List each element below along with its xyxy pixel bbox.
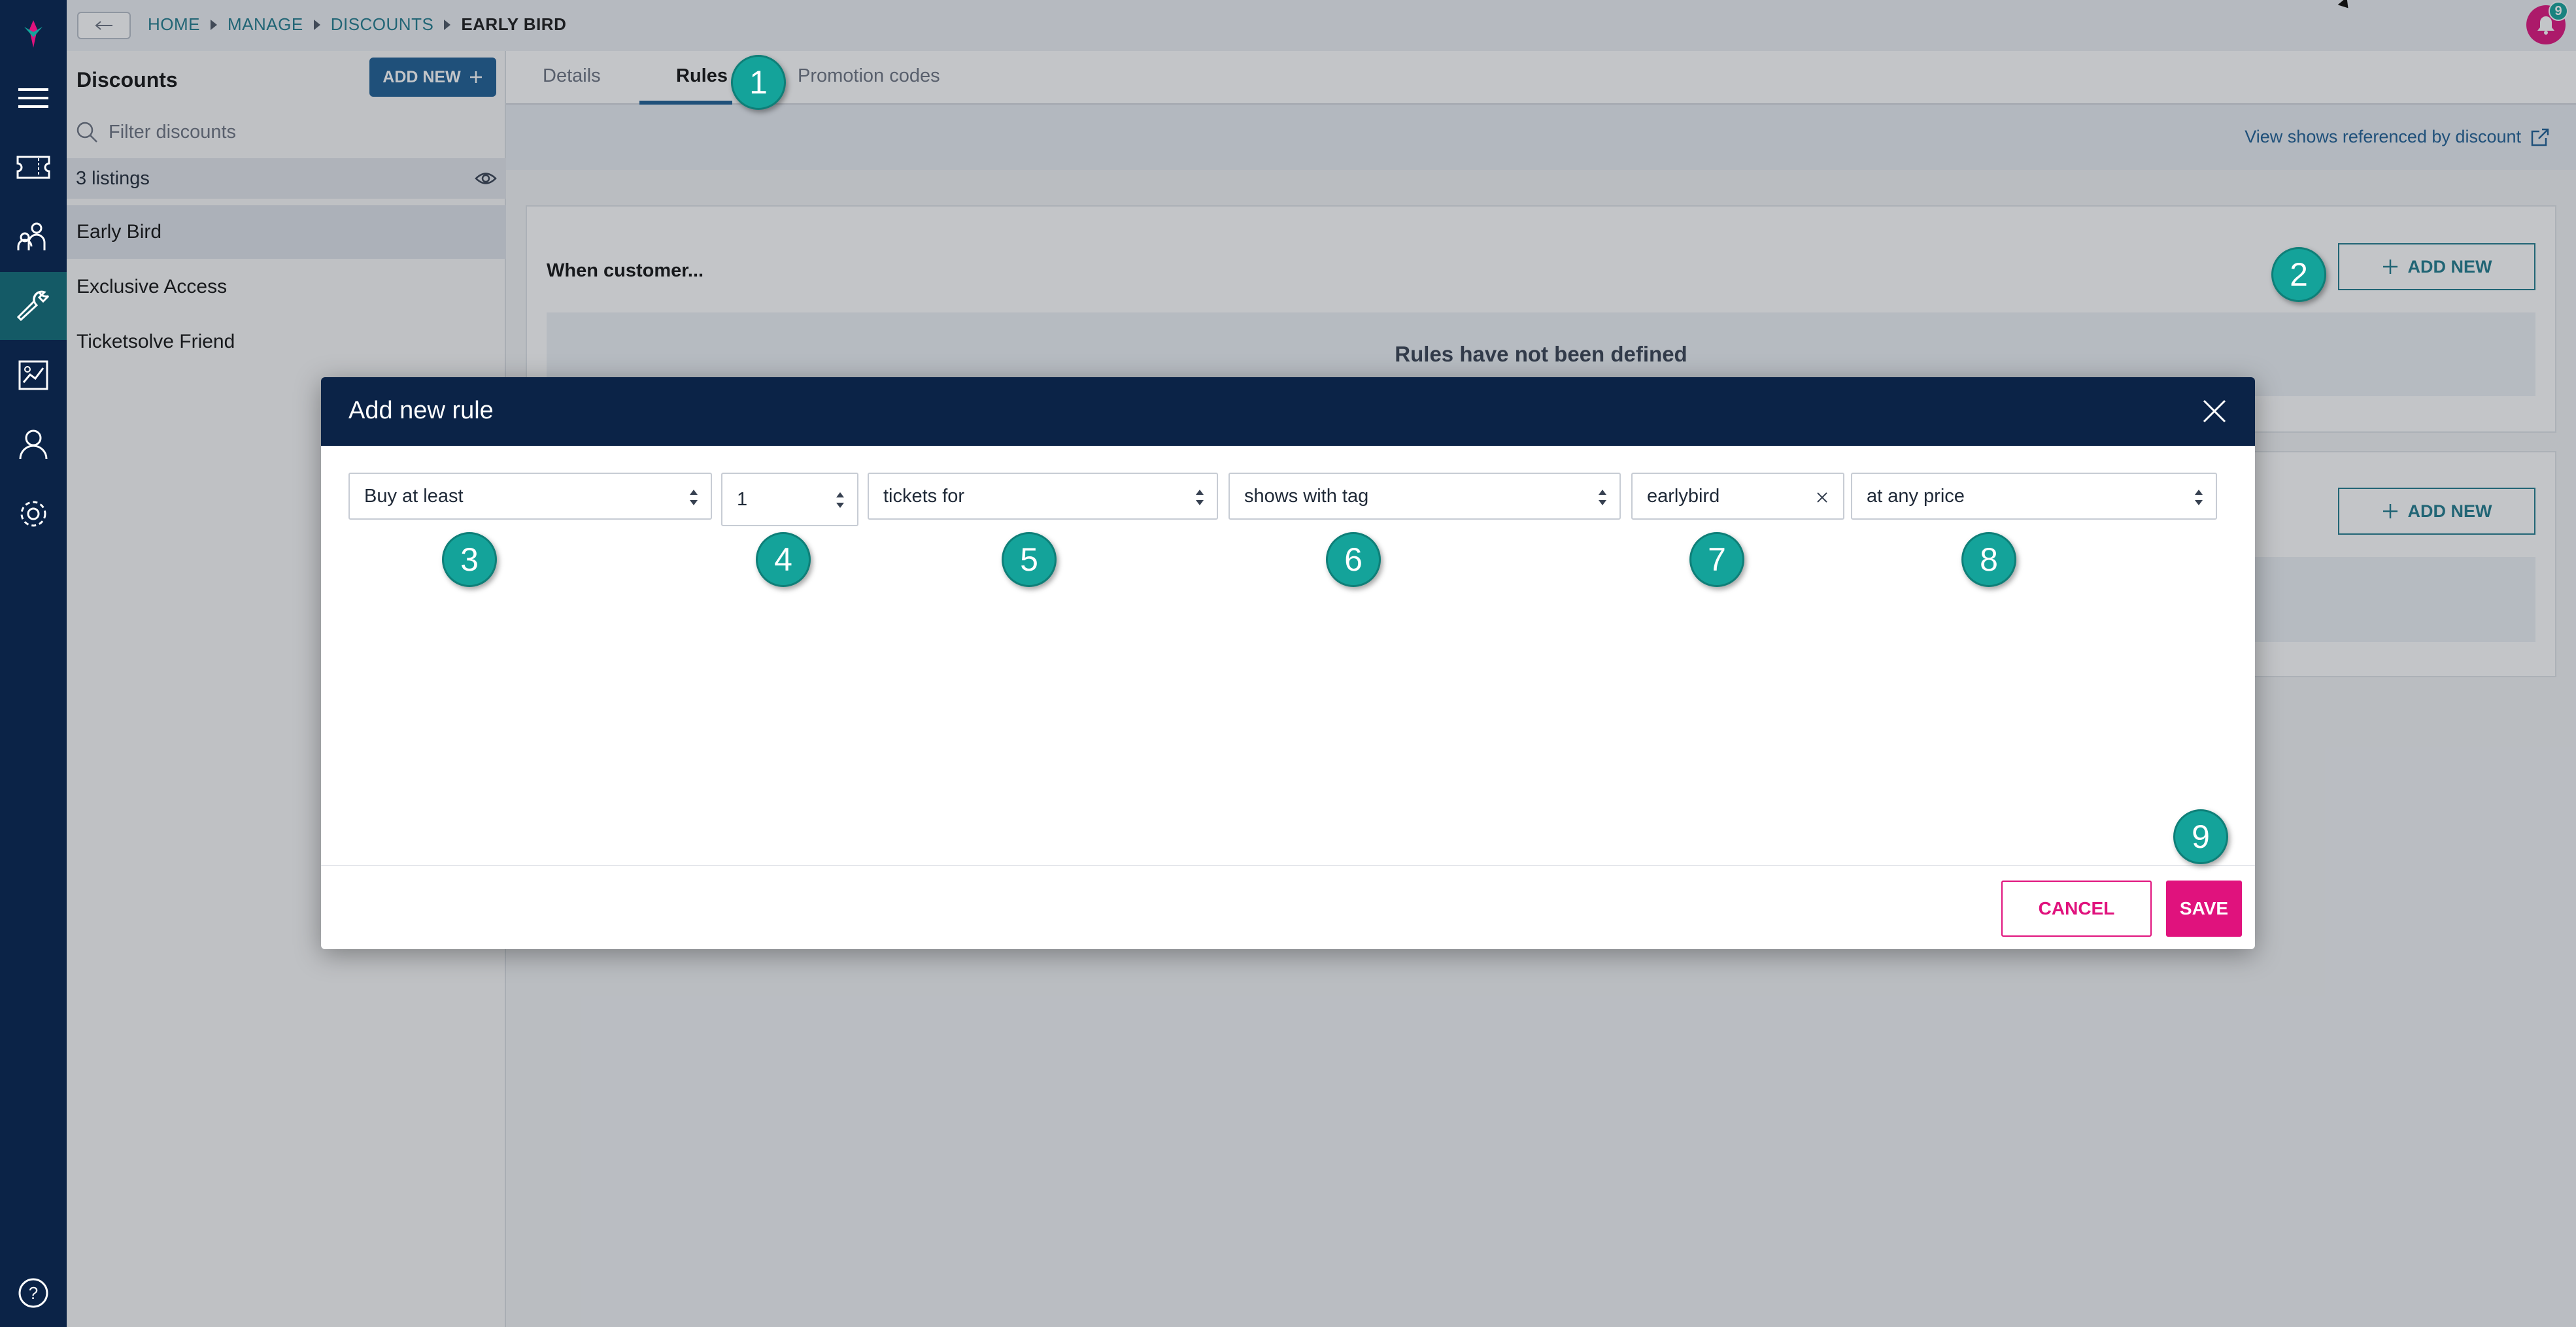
user-icon[interactable] — [0, 411, 67, 479]
left-nav-rail: ? — [0, 0, 67, 1327]
step-marker-6: 6 — [1326, 532, 1381, 587]
select-arrows-icon — [690, 490, 698, 505]
step-marker-2: 2 — [2271, 247, 2326, 302]
modal-header: Add new rule — [321, 377, 2255, 446]
clear-icon[interactable] — [1813, 488, 1831, 507]
scope-select[interactable]: shows with tag — [1229, 473, 1621, 520]
target-value: tickets for — [883, 485, 965, 507]
save-button[interactable]: SAVE — [2166, 881, 2242, 937]
step-marker-5: 5 — [1002, 532, 1057, 587]
svg-text:?: ? — [29, 1283, 38, 1303]
step-marker-3: 3 — [442, 532, 497, 587]
modal-footer-divider — [321, 865, 2255, 866]
tag-value: earlybird — [1647, 485, 1720, 507]
menu-icon[interactable] — [0, 64, 67, 132]
step-marker-4: 4 — [756, 532, 811, 587]
step-marker-7: 7 — [1689, 532, 1744, 587]
step-marker-1: 1 — [731, 55, 786, 110]
report-icon[interactable] — [0, 341, 67, 409]
select-arrows-icon — [1196, 490, 1204, 505]
target-select[interactable]: tickets for — [868, 473, 1218, 520]
price-select[interactable]: at any price — [1851, 473, 2217, 520]
condition-value: Buy at least — [364, 485, 464, 507]
stepper-arrows-icon[interactable] — [835, 488, 845, 512]
scope-value: shows with tag — [1244, 485, 1369, 507]
close-icon[interactable] — [2200, 397, 2229, 426]
quantity-stepper[interactable]: 1 — [721, 473, 858, 526]
step-marker-8: 8 — [1961, 532, 2016, 587]
select-arrows-icon — [1599, 490, 1606, 505]
condition-select[interactable]: Buy at least — [348, 473, 712, 520]
price-value: at any price — [1867, 485, 1965, 507]
save-label: SAVE — [2179, 898, 2229, 918]
logo-icon[interactable] — [0, 0, 67, 68]
cancel-label: CANCEL — [2038, 898, 2115, 918]
modal-title: Add new rule — [348, 397, 494, 424]
step-marker-9: 9 — [2173, 809, 2228, 864]
quantity-value: 1 — [737, 488, 748, 510]
cancel-button[interactable]: CANCEL — [2001, 881, 2152, 937]
select-arrows-icon — [2195, 490, 2203, 505]
settings-icon[interactable] — [0, 480, 67, 548]
wrench-icon[interactable] — [0, 272, 67, 340]
people-icon[interactable] — [0, 203, 67, 271]
add-rule-modal: Add new rule Buy at least 1 tickets for … — [321, 377, 2255, 949]
tag-input[interactable]: earlybird — [1631, 473, 1844, 520]
tickets-icon[interactable] — [0, 133, 67, 201]
help-icon[interactable]: ? — [0, 1259, 67, 1327]
